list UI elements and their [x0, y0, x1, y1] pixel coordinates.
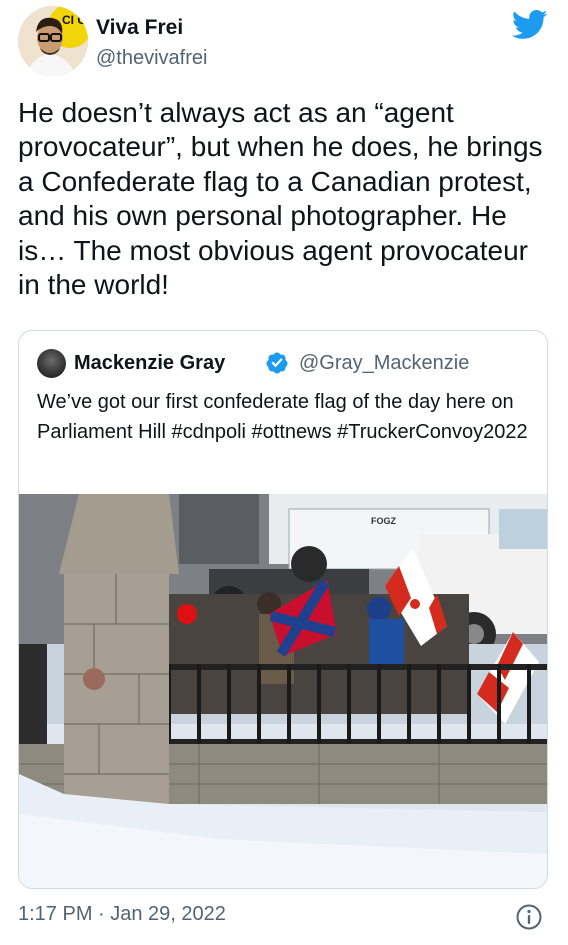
quoted-author-avatar[interactable] [37, 349, 66, 378]
verified-badge-icon [266, 352, 288, 374]
tweet-card: CI CU Viva Frei @thevivafrei He doesn’t … [0, 0, 568, 945]
quoted-tweet[interactable]: Mackenzie Gray @Gray_Mackenzie We’ve got… [18, 330, 548, 889]
twitter-bird-icon[interactable] [512, 10, 548, 40]
tweet-timestamp[interactable]: 1:17 PM · Jan 29, 2022 [18, 903, 226, 926]
avatar-badge-text: CI CU [62, 13, 88, 27]
tweet-text: He doesn’t always act as an “agent provo… [18, 97, 543, 301]
author-avatar[interactable]: CI CU [18, 6, 88, 76]
info-icon[interactable] [515, 903, 543, 931]
author-name[interactable]: Viva Frei [96, 16, 183, 40]
truck-label: FOGZ [371, 516, 396, 526]
quoted-author-handle[interactable]: @Gray_Mackenzie [299, 352, 469, 375]
quoted-author-name[interactable]: Mackenzie Gray [74, 352, 225, 375]
protest-photo[interactable]: FOGZ [19, 494, 547, 888]
quoted-tweet-text: We’ve got our first confederate flag of … [37, 391, 528, 443]
tweet-author: CI CU Viva Frei @thevivafrei [18, 6, 548, 78]
quoted-tweet-header: Mackenzie Gray @Gray_Mackenzie [37, 349, 537, 379]
author-handle[interactable]: @thevivafrei [96, 47, 207, 70]
